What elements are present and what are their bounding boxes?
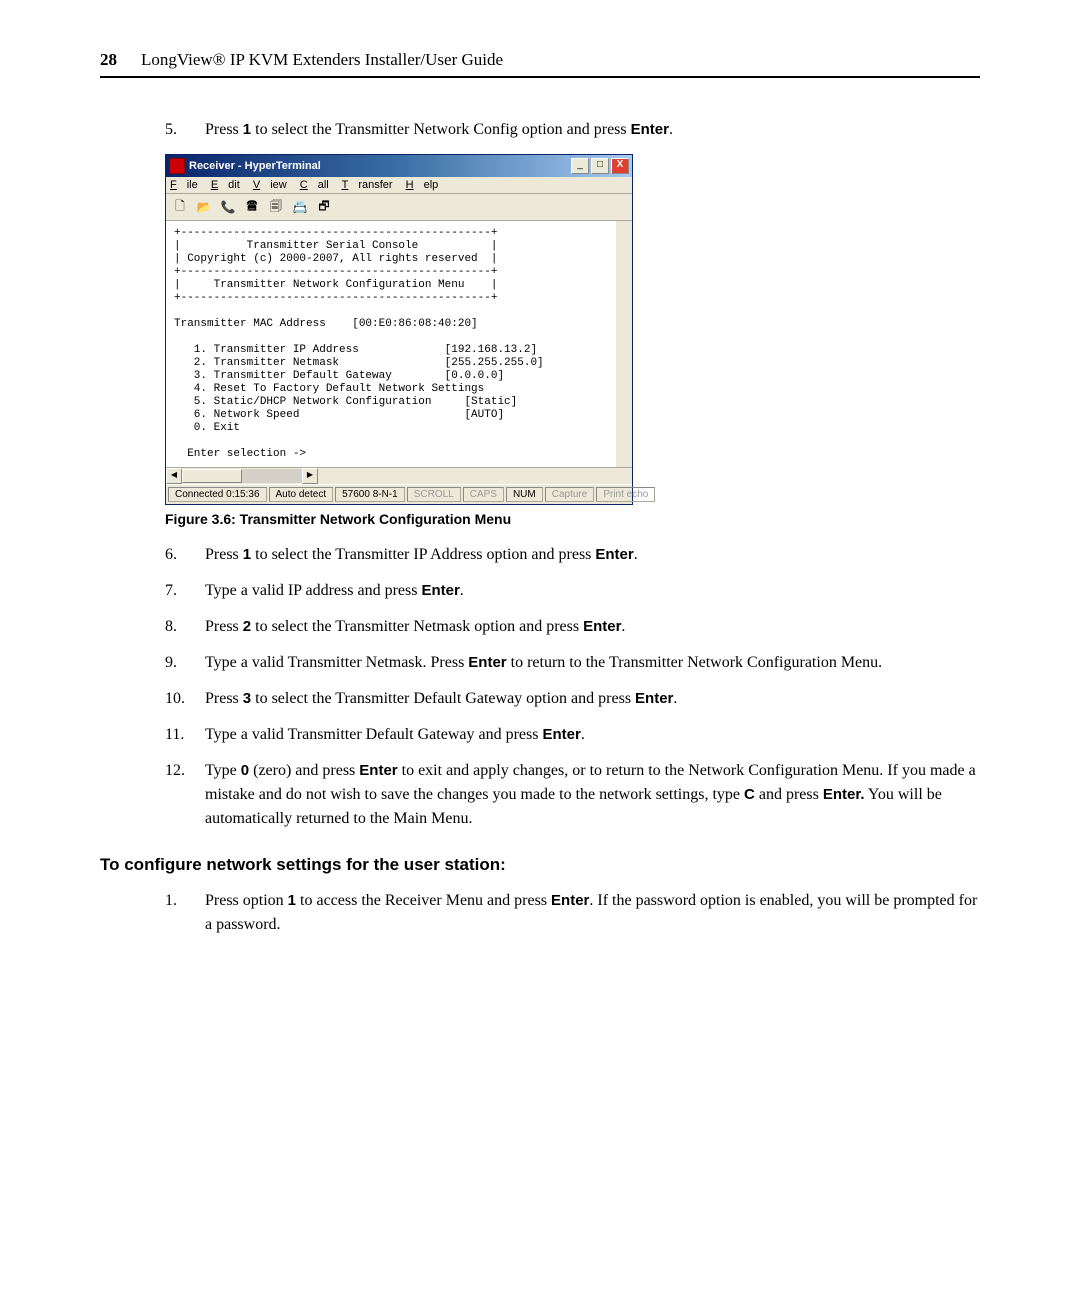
send-icon[interactable]: 🗐	[266, 197, 286, 217]
hyperterminal-window: Receiver - HyperTerminal _ □ X File Edit…	[165, 154, 633, 505]
close-button[interactable]: X	[611, 158, 629, 174]
app-icon	[169, 158, 185, 174]
status-print: Print echo	[596, 487, 655, 502]
window-title: Receiver - HyperTerminal	[189, 160, 321, 172]
header-title: LongView® IP KVM Extenders Installer/Use…	[141, 50, 503, 69]
status-detect: Auto detect	[269, 487, 334, 502]
key-1: 1	[243, 121, 251, 138]
horizontal-scrollbar[interactable]: ◀ ▶	[166, 467, 632, 484]
menu-view[interactable]: View	[253, 179, 287, 191]
open-icon[interactable]: 📂	[194, 197, 214, 217]
step-6: 6. Press 1 to select the Transmitter IP …	[165, 543, 980, 567]
status-capture: Capture	[545, 487, 595, 502]
call-icon[interactable]: 📞	[218, 197, 238, 217]
hangup-icon[interactable]: 🖀	[242, 197, 262, 217]
scroll-thumb[interactable]	[182, 469, 242, 483]
step-11: 11. Type a valid Transmitter Default Gat…	[165, 723, 980, 747]
status-baud: 57600 8-N-1	[335, 487, 405, 502]
step-number: 5.	[165, 118, 205, 142]
minimize-button[interactable]: _	[571, 158, 589, 174]
status-num: NUM	[506, 487, 543, 502]
menu-file[interactable]: File	[170, 179, 198, 191]
window-titlebar[interactable]: Receiver - HyperTerminal _ □ X	[166, 155, 632, 177]
terminal-output: +---------------------------------------…	[166, 221, 632, 467]
key-enter: Enter	[631, 121, 669, 138]
step-12: 12. Type 0 (zero) and press Enter to exi…	[165, 759, 980, 831]
scroll-left-icon[interactable]: ◀	[166, 468, 182, 484]
receive-icon[interactable]: 📇	[290, 197, 310, 217]
maximize-button[interactable]: □	[591, 158, 609, 174]
step-5: 5. Press 1 to select the Transmitter Net…	[165, 118, 980, 142]
menu-help[interactable]: Help	[406, 179, 439, 191]
toolbar: 🗋 📂 📞 🖀 🗐 📇 🗗	[166, 194, 632, 221]
step-7: 7. Type a valid IP address and press Ent…	[165, 579, 980, 603]
menu-edit[interactable]: Edit	[211, 179, 240, 191]
subheading-user-station: To configure network settings for the us…	[100, 855, 980, 875]
status-connected: Connected 0:15:36	[168, 487, 267, 502]
new-icon[interactable]: 🗋	[170, 197, 190, 217]
user-station-step-1: 1. Press option 1 to access the Receiver…	[165, 889, 980, 937]
properties-icon[interactable]: 🗗	[314, 197, 334, 217]
step-10: 10. Press 3 to select the Transmitter De…	[165, 687, 980, 711]
status-scroll: SCROLL	[407, 487, 461, 502]
menu-call[interactable]: Call	[300, 179, 329, 191]
menubar[interactable]: File Edit View Call Transfer Help	[166, 177, 632, 194]
vertical-scrollbar[interactable]	[616, 221, 632, 467]
figure-caption: Figure 3.6: Transmitter Network Configur…	[100, 511, 980, 527]
scroll-right-icon[interactable]: ▶	[302, 468, 318, 484]
statusbar: Connected 0:15:36 Auto detect 57600 8-N-…	[166, 484, 632, 504]
step-8: 8. Press 2 to select the Transmitter Net…	[165, 615, 980, 639]
step-9: 9. Type a valid Transmitter Netmask. Pre…	[165, 651, 980, 675]
status-caps: CAPS	[463, 487, 504, 502]
page-number: 28	[100, 50, 117, 69]
page-header: 28 LongView® IP KVM Extenders Installer/…	[100, 50, 980, 78]
menu-transfer[interactable]: Transfer	[342, 179, 393, 191]
